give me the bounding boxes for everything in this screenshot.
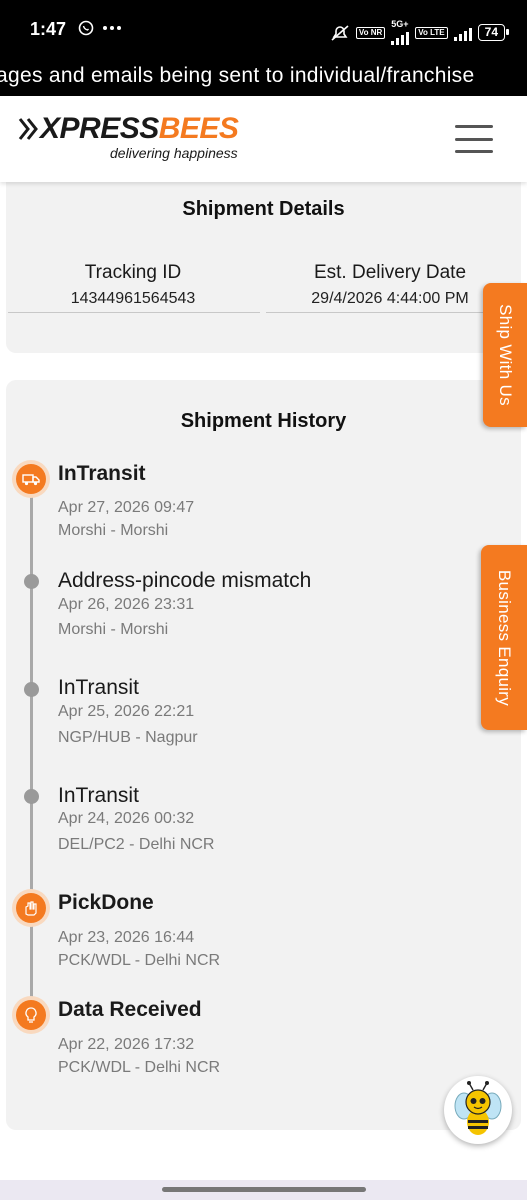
vonr-tag: Vo NR: [355, 26, 386, 39]
event-status: Data Received: [58, 998, 202, 1021]
timeline-dot: [24, 574, 39, 589]
gesture-handle[interactable]: [162, 1187, 366, 1192]
timeline-dot: [24, 789, 39, 804]
chatbot-bee-icon[interactable]: [444, 1076, 512, 1144]
logo-arrows-icon: [18, 118, 38, 140]
delivery-date-divider: [266, 312, 486, 313]
signal-icon-1: [391, 29, 410, 45]
timeline-line: [30, 480, 33, 1020]
event-status: InTransit: [58, 784, 139, 807]
tracking-id-divider: [8, 312, 260, 313]
event-status: InTransit: [58, 462, 146, 485]
event-location: PCK/WDL - Delhi NCR: [58, 1059, 221, 1076]
battery-icon: 74: [477, 24, 510, 41]
mute-icon: [331, 24, 349, 41]
event-date: Apr 23, 2026 16:44: [58, 929, 195, 946]
battery-level: 74: [484, 25, 498, 39]
shipment-details-card: Shipment Details Tracking ID 14344961564…: [6, 170, 521, 353]
event-date: Apr 24, 2026 00:32: [58, 810, 195, 827]
timeline-dot: [24, 682, 39, 697]
signal-icon-2: [453, 25, 472, 41]
shipment-details-title: Shipment Details: [182, 198, 345, 220]
tracking-id-label: Tracking ID: [84, 262, 182, 283]
logo-tagline: delivering happiness: [110, 145, 238, 161]
whatsapp-icon: [78, 20, 94, 36]
shipment-history-title: Shipment History: [180, 410, 347, 432]
logo-wordmark: X PRESS BEES: [18, 114, 258, 144]
status-bar: 1:47 Vo NR 5G+ Vo LTE 74: [0, 0, 527, 62]
announcement-ticker: ages and emails being sent to individual…: [0, 62, 527, 96]
intransit-truck-icon: [12, 460, 50, 498]
hamburger-menu-icon[interactable]: [455, 125, 493, 153]
status-notification-icons: [78, 20, 122, 36]
tracking-id-block: Tracking ID 14344961564543: [7, 262, 259, 308]
logo-press: PRESS: [59, 112, 160, 145]
tracking-id-value: 14344961564543: [70, 290, 196, 307]
volte-tag: Vo LTE: [415, 26, 448, 39]
event-location: Morshi - Morshi: [58, 522, 169, 539]
network-5g-label: 5G+: [391, 19, 409, 29]
event-location: Morshi - Morshi: [58, 621, 169, 638]
xpressbees-logo[interactable]: X PRESS BEES delivering happiness: [18, 114, 258, 164]
event-location: DEL/PC2 - Delhi NCR: [58, 836, 215, 853]
more-dots-icon: [103, 26, 121, 30]
event-status: Address-pincode mismatch: [58, 569, 312, 592]
logo-x: X: [40, 112, 60, 145]
event-status: PickDone: [58, 891, 154, 914]
status-time: 1:47: [30, 19, 67, 39]
site-header: X PRESS BEES delivering happiness: [0, 96, 527, 182]
status-right-icons: Vo NR 5G+ Vo LTE 74: [330, 19, 510, 45]
pickdone-hand-icon: [12, 889, 50, 927]
event-status: InTransit: [58, 676, 139, 699]
data-received-bulb-icon: [12, 996, 50, 1034]
business-enquiry-label: Business Enquiry: [495, 569, 514, 706]
ship-with-us-label: Ship With Us: [496, 304, 515, 406]
delivery-date-block: Est. Delivery Date 29/4/2026 4:44:00 PM: [264, 262, 516, 308]
delivery-date-label: Est. Delivery Date: [313, 262, 467, 283]
event-date: Apr 27, 2026 09:47: [58, 499, 195, 516]
event-location: PCK/WDL - Delhi NCR: [58, 952, 221, 969]
event-date: Apr 26, 2026 23:31: [58, 596, 195, 613]
event-date: Apr 22, 2026 17:32: [58, 1036, 195, 1053]
ticker-text: ages and emails being sent to individual…: [0, 64, 475, 87]
event-location: NGP/HUB - Nagpur: [58, 729, 198, 746]
ship-with-us-tab[interactable]: Ship With Us: [483, 283, 527, 427]
logo-bees: BEES: [158, 112, 239, 145]
delivery-date-value: 29/4/2026 4:44:00 PM: [311, 290, 469, 307]
event-date: Apr 25, 2026 22:21: [58, 703, 195, 720]
business-enquiry-tab[interactable]: Business Enquiry: [481, 545, 527, 730]
